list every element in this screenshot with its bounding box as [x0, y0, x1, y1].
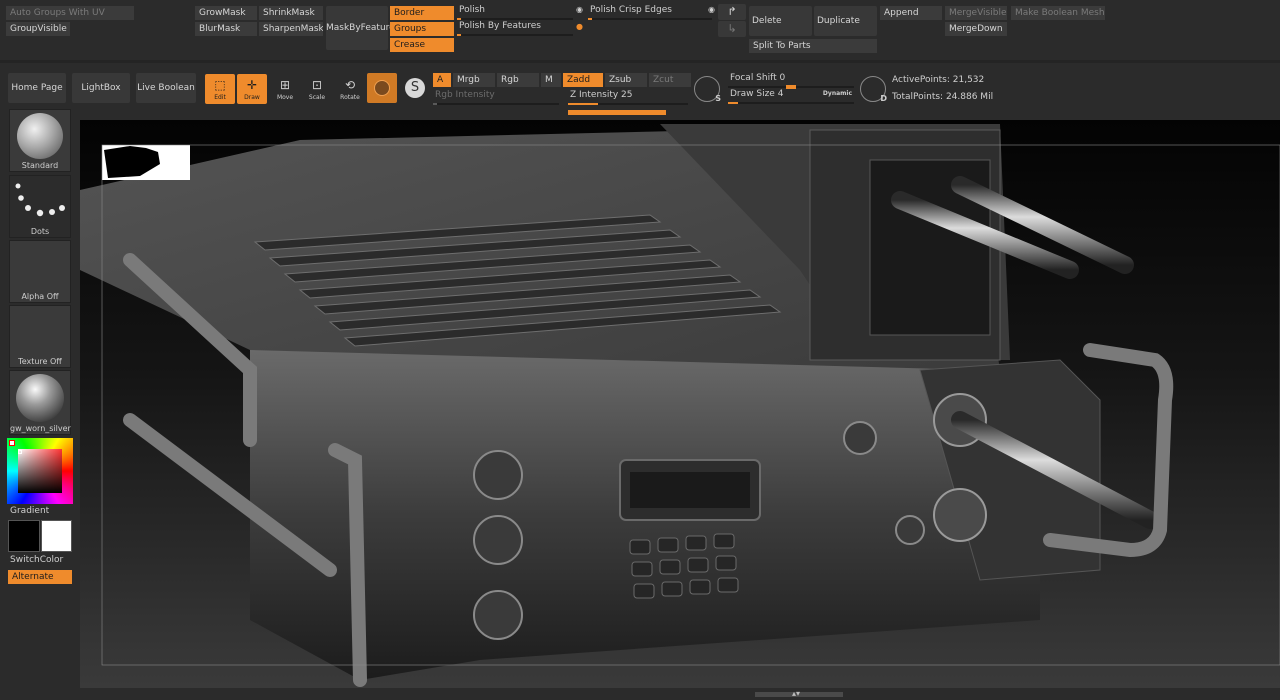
draw-icon: ✛ [246, 78, 258, 92]
lazy-mouse-icon[interactable]: S [694, 76, 721, 103]
auto-groups-uv-button[interactable]: Auto Groups With UV [6, 6, 134, 20]
material-swatch-button[interactable] [367, 73, 397, 103]
rgb-toggle[interactable]: Rgb [497, 73, 539, 87]
scale-label: Scale [308, 94, 326, 101]
rgb-intensity-label: Rgb Intensity [435, 90, 495, 100]
alternate-toggle[interactable]: Alternate [8, 570, 72, 584]
gradient-label[interactable]: Gradient [10, 506, 49, 516]
polish-crisp-dot-icon[interactable]: ◉ [576, 5, 583, 14]
alpha-off-label: Alpha Off [21, 292, 59, 301]
grow-mask-button[interactable]: GrowMask [195, 6, 257, 20]
brush-standard-thumb[interactable]: Standard [9, 109, 71, 172]
backface-mask-icon[interactable]: D [860, 76, 887, 103]
secondary-color-swatch[interactable] [41, 520, 72, 552]
material-thumb[interactable]: gw_worn_silver [9, 370, 71, 435]
z-intensity-label: Z Intensity 25 [570, 90, 633, 100]
viewport-canvas[interactable] [80, 120, 1280, 688]
material-label: gw_worn_silver [10, 424, 71, 433]
polish-by-features-label: Polish By Features [459, 21, 541, 31]
mask-by-feature-button[interactable]: MaskByFeature [326, 6, 395, 50]
merge-visible-button[interactable]: MergeVisible [945, 6, 1007, 20]
draw-button[interactable]: ✛ Draw [237, 74, 267, 104]
rotate-button[interactable]: ⟲ Rotate [335, 74, 365, 104]
group-visible-button[interactable]: GroupVisible [6, 22, 70, 36]
stroke-dots-thumb[interactable]: Dots [9, 175, 71, 238]
material-sphere-thumb-icon [16, 374, 64, 422]
redo-arrow-icon[interactable]: ↱ [718, 4, 746, 20]
move-button[interactable]: ⊞ Move [270, 74, 300, 104]
edit-label: Edit [214, 94, 226, 101]
primary-color-swatch[interactable] [8, 520, 40, 552]
z-intensity-slider[interactable]: Z Intensity 25 [566, 89, 690, 107]
polish-crisp-edges-label: Polish Crisp Edges [590, 5, 672, 15]
rotate-label: Rotate [340, 94, 360, 101]
polish-features-dot-icon[interactable]: ● [576, 22, 583, 31]
standard-label: Standard [21, 161, 59, 170]
home-page-button[interactable]: Home Page [8, 73, 66, 103]
merge-down-button[interactable]: MergeDown [945, 22, 1007, 36]
switch-color-button[interactable]: SwitchColor [10, 555, 63, 565]
polish-crisp-edges-slider[interactable]: Polish Crisp Edges [586, 4, 714, 22]
live-boolean-button[interactable]: Live Boolean [136, 73, 196, 103]
bottom-tray [0, 688, 1280, 700]
draw-size-slider[interactable]: Draw Size 4 Dynamic [726, 88, 856, 106]
scale-icon: ⊡ [311, 78, 323, 92]
groups-toggle[interactable]: Groups [390, 22, 454, 36]
zsub-toggle[interactable]: Zsub [605, 73, 647, 87]
active-points-readout: ActivePoints: 21,532 [892, 75, 985, 85]
toolbar-divider [0, 60, 1280, 63]
hue-cursor-icon[interactable] [9, 440, 15, 446]
focal-shift-label: Focal Shift 0 [730, 73, 786, 83]
duplicate-button[interactable]: Duplicate [814, 6, 877, 36]
dots-label: Dots [30, 227, 50, 236]
sharpen-mask-button[interactable]: SharpenMask [259, 22, 323, 36]
z-intensity-indicator [568, 110, 666, 115]
radio-model-render [80, 120, 1280, 688]
stroke-icon: S [405, 78, 425, 98]
color-cursor-icon[interactable] [18, 450, 22, 454]
move-label: Move [276, 94, 294, 101]
texture-off-label: Texture Off [18, 357, 62, 366]
s-label: S [715, 94, 721, 103]
rotate-icon: ⟲ [344, 78, 356, 92]
stroke-type-button[interactable]: S [401, 74, 429, 102]
dynamic-toggle[interactable]: Dynamic [823, 90, 852, 97]
material-sphere-icon [374, 80, 390, 96]
tray-toggle-icon[interactable]: ▴▾ [792, 689, 800, 698]
a-toggle[interactable]: A [433, 73, 451, 87]
blur-mask-button[interactable]: BlurMask [195, 22, 257, 36]
split-to-parts-button[interactable]: Split To Parts [749, 39, 877, 53]
d-label: D [880, 94, 887, 103]
lightbox-button[interactable]: LightBox [72, 73, 130, 103]
polish-by-features-slider[interactable]: Polish By Features [455, 20, 575, 38]
edit-icon: ⬚ [214, 78, 226, 92]
append-button[interactable]: Append [880, 6, 942, 20]
scale-button[interactable]: ⊡ Scale [302, 74, 332, 104]
rgb-intensity-slider[interactable]: Rgb Intensity [431, 89, 561, 107]
zadd-toggle[interactable]: Zadd [563, 73, 603, 87]
mrgb-toggle[interactable]: Mrgb [453, 73, 495, 87]
zcut-toggle[interactable]: Zcut [649, 73, 691, 87]
border-toggle[interactable]: Border [390, 6, 454, 20]
standard-brush-icon [17, 113, 63, 159]
m-toggle[interactable]: M [541, 73, 561, 87]
color-picker[interactable] [7, 438, 73, 504]
undo-arrow-icon[interactable]: ↳ [718, 21, 746, 37]
shrink-mask-button[interactable]: ShrinkMask [259, 6, 323, 20]
dots-stroke-icon [15, 183, 65, 217]
alpha-thumb[interactable]: Alpha Off [9, 240, 71, 303]
polish-label: Polish [459, 5, 486, 15]
texture-thumb[interactable]: Texture Off [9, 305, 71, 368]
crisp-edges-dot-icon[interactable]: ◉ [708, 5, 715, 14]
total-points-readout: TotalPoints: 24.886 Mil [892, 92, 994, 102]
saturation-square[interactable] [18, 449, 62, 493]
edit-button[interactable]: ⬚ Edit [205, 74, 235, 104]
make-boolean-mesh-button[interactable]: Make Boolean Mesh [1011, 6, 1105, 20]
delete-button[interactable]: Delete [749, 6, 812, 36]
crease-toggle[interactable]: Crease [390, 38, 454, 52]
draw-size-label: Draw Size 4 [730, 89, 784, 99]
draw-label: Draw [244, 94, 260, 101]
move-icon: ⊞ [279, 78, 291, 92]
